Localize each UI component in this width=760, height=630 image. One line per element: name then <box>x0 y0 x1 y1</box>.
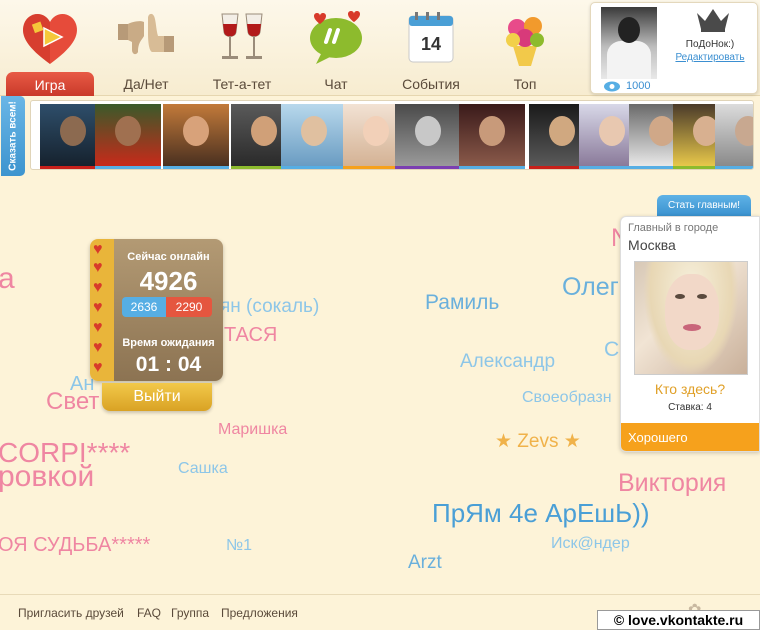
nav-chat[interactable]: Чат <box>290 4 382 94</box>
strip-photo[interactable] <box>395 104 461 169</box>
main-user-photo[interactable] <box>634 261 748 375</box>
strip-photo[interactable] <box>163 104 229 169</box>
nav-label: Чат <box>324 76 348 92</box>
faq-link[interactable]: FAQ <box>137 606 161 620</box>
nav-yes-no[interactable]: Да/Нет <box>100 4 192 94</box>
nav-label: Игра <box>34 77 66 93</box>
online-male-count: 2636 <box>122 297 166 317</box>
watermark: © love.vkontakte.ru <box>597 610 760 630</box>
nav-label: Топ <box>513 76 537 92</box>
cloud-name[interactable]: Arzt <box>408 553 442 572</box>
cloud-name[interactable]: ян (сокаль) <box>220 297 319 316</box>
strip-photo[interactable] <box>95 104 161 169</box>
cloud-name[interactable]: ПрЯм 4е АрЕшЬ)) <box>432 500 650 526</box>
city-main-label: Главный в городе <box>628 222 719 234</box>
wait-time: 01 : 04 <box>135 353 202 376</box>
cloud-name[interactable]: Рамиль <box>425 292 499 313</box>
cloud-name[interactable]: а <box>0 264 15 294</box>
calendar-day-text: 14 <box>421 34 441 54</box>
nav-label: Да/Нет <box>123 76 169 92</box>
view-counter: 1000 <box>603 80 650 92</box>
hearts-decoration: ♥ ♥ ♥ ♥ ♥ ♥ ♥ <box>90 239 114 381</box>
calendar-icon: 14 <box>408 12 454 63</box>
strip-photo[interactable] <box>459 104 525 169</box>
crown-icon <box>697 9 729 32</box>
exit-button[interactable]: Выйти <box>102 383 212 411</box>
nav-tete-a-tete[interactable]: Тет-а-тет <box>196 4 288 94</box>
edit-profile-link[interactable]: Редактировать <box>661 52 759 63</box>
strip-photo[interactable] <box>715 104 753 169</box>
profile-card: 1000 ПоДоНок:) Редактировать <box>590 2 758 94</box>
city-main-panel: Главный в городе Москва Кто здесь? Ставк… <box>620 216 760 452</box>
eye-icon <box>604 81 620 91</box>
suggestions-link[interactable]: Предложения <box>221 606 298 620</box>
nav-top[interactable]: Топ <box>479 4 571 94</box>
cloud-name[interactable]: С <box>604 339 619 360</box>
nav-events[interactable]: 14 События <box>385 4 477 94</box>
flowers-icon <box>506 17 544 66</box>
avatar[interactable] <box>601 7 657 79</box>
online-female-count: 2290 <box>166 297 212 317</box>
say-to-all-button[interactable]: Сказать всем! <box>1 96 25 176</box>
cloud-name[interactable]: ★ Zevs ★ <box>495 432 581 451</box>
bid-label: Ставка: 4 <box>668 402 712 413</box>
cloud-name[interactable]: Своеобразн <box>522 390 612 406</box>
cloud-name[interactable]: Олег <box>562 275 619 300</box>
views-count: 1000 <box>626 80 651 92</box>
nav-game[interactable]: Игра <box>4 4 96 96</box>
city-name: Москва <box>628 237 676 253</box>
profile-name: ПоДоНок:) <box>685 39 735 50</box>
cloud-name[interactable]: Сашка <box>178 461 228 477</box>
online-title: Сейчас онлайн <box>127 251 210 263</box>
cloud-name[interactable]: ОЯ СУДЬБА***** <box>0 535 150 555</box>
online-panel: ♥ ♥ ♥ ♥ ♥ ♥ ♥ Сейчас онлайн 4926 2636 2290 Вре… <box>90 239 223 381</box>
cloud-name[interactable]: ТАСЯ <box>224 325 277 345</box>
strip-photo[interactable] <box>281 104 347 169</box>
status-message: Хорошего <box>621 423 759 451</box>
online-count: 4926 <box>139 266 198 296</box>
heart-play-icon <box>23 13 77 64</box>
nav-label: Тет-а-тет <box>212 76 272 92</box>
cloud-name[interactable]: №1 <box>226 538 252 554</box>
nav-label: События <box>402 76 460 92</box>
invite-friends-link[interactable]: Пригласить друзей <box>18 606 124 620</box>
cloud-name[interactable]: Свет <box>46 390 99 414</box>
say-to-all-label: Сказать всем! <box>7 101 19 171</box>
cloud-name[interactable]: Маришка <box>218 422 287 438</box>
cloud-name[interactable]: Иск@ндер <box>551 536 630 552</box>
group-link[interactable]: Группа <box>171 606 209 620</box>
cloud-name[interactable]: Виктория <box>618 471 726 496</box>
photo-strip <box>30 100 754 170</box>
chat-bubble-icon <box>310 11 362 64</box>
wine-glasses-icon <box>221 13 263 59</box>
cloud-name[interactable]: ровкой <box>0 462 94 492</box>
thumbs-up-down-icon <box>118 13 174 55</box>
wait-label: Время ожидания <box>122 337 215 349</box>
who-is-here-link[interactable]: Кто здесь? <box>621 381 759 397</box>
become-main-button[interactable]: Стать главным! <box>657 195 751 216</box>
cloud-name[interactable]: Александр <box>460 352 555 371</box>
